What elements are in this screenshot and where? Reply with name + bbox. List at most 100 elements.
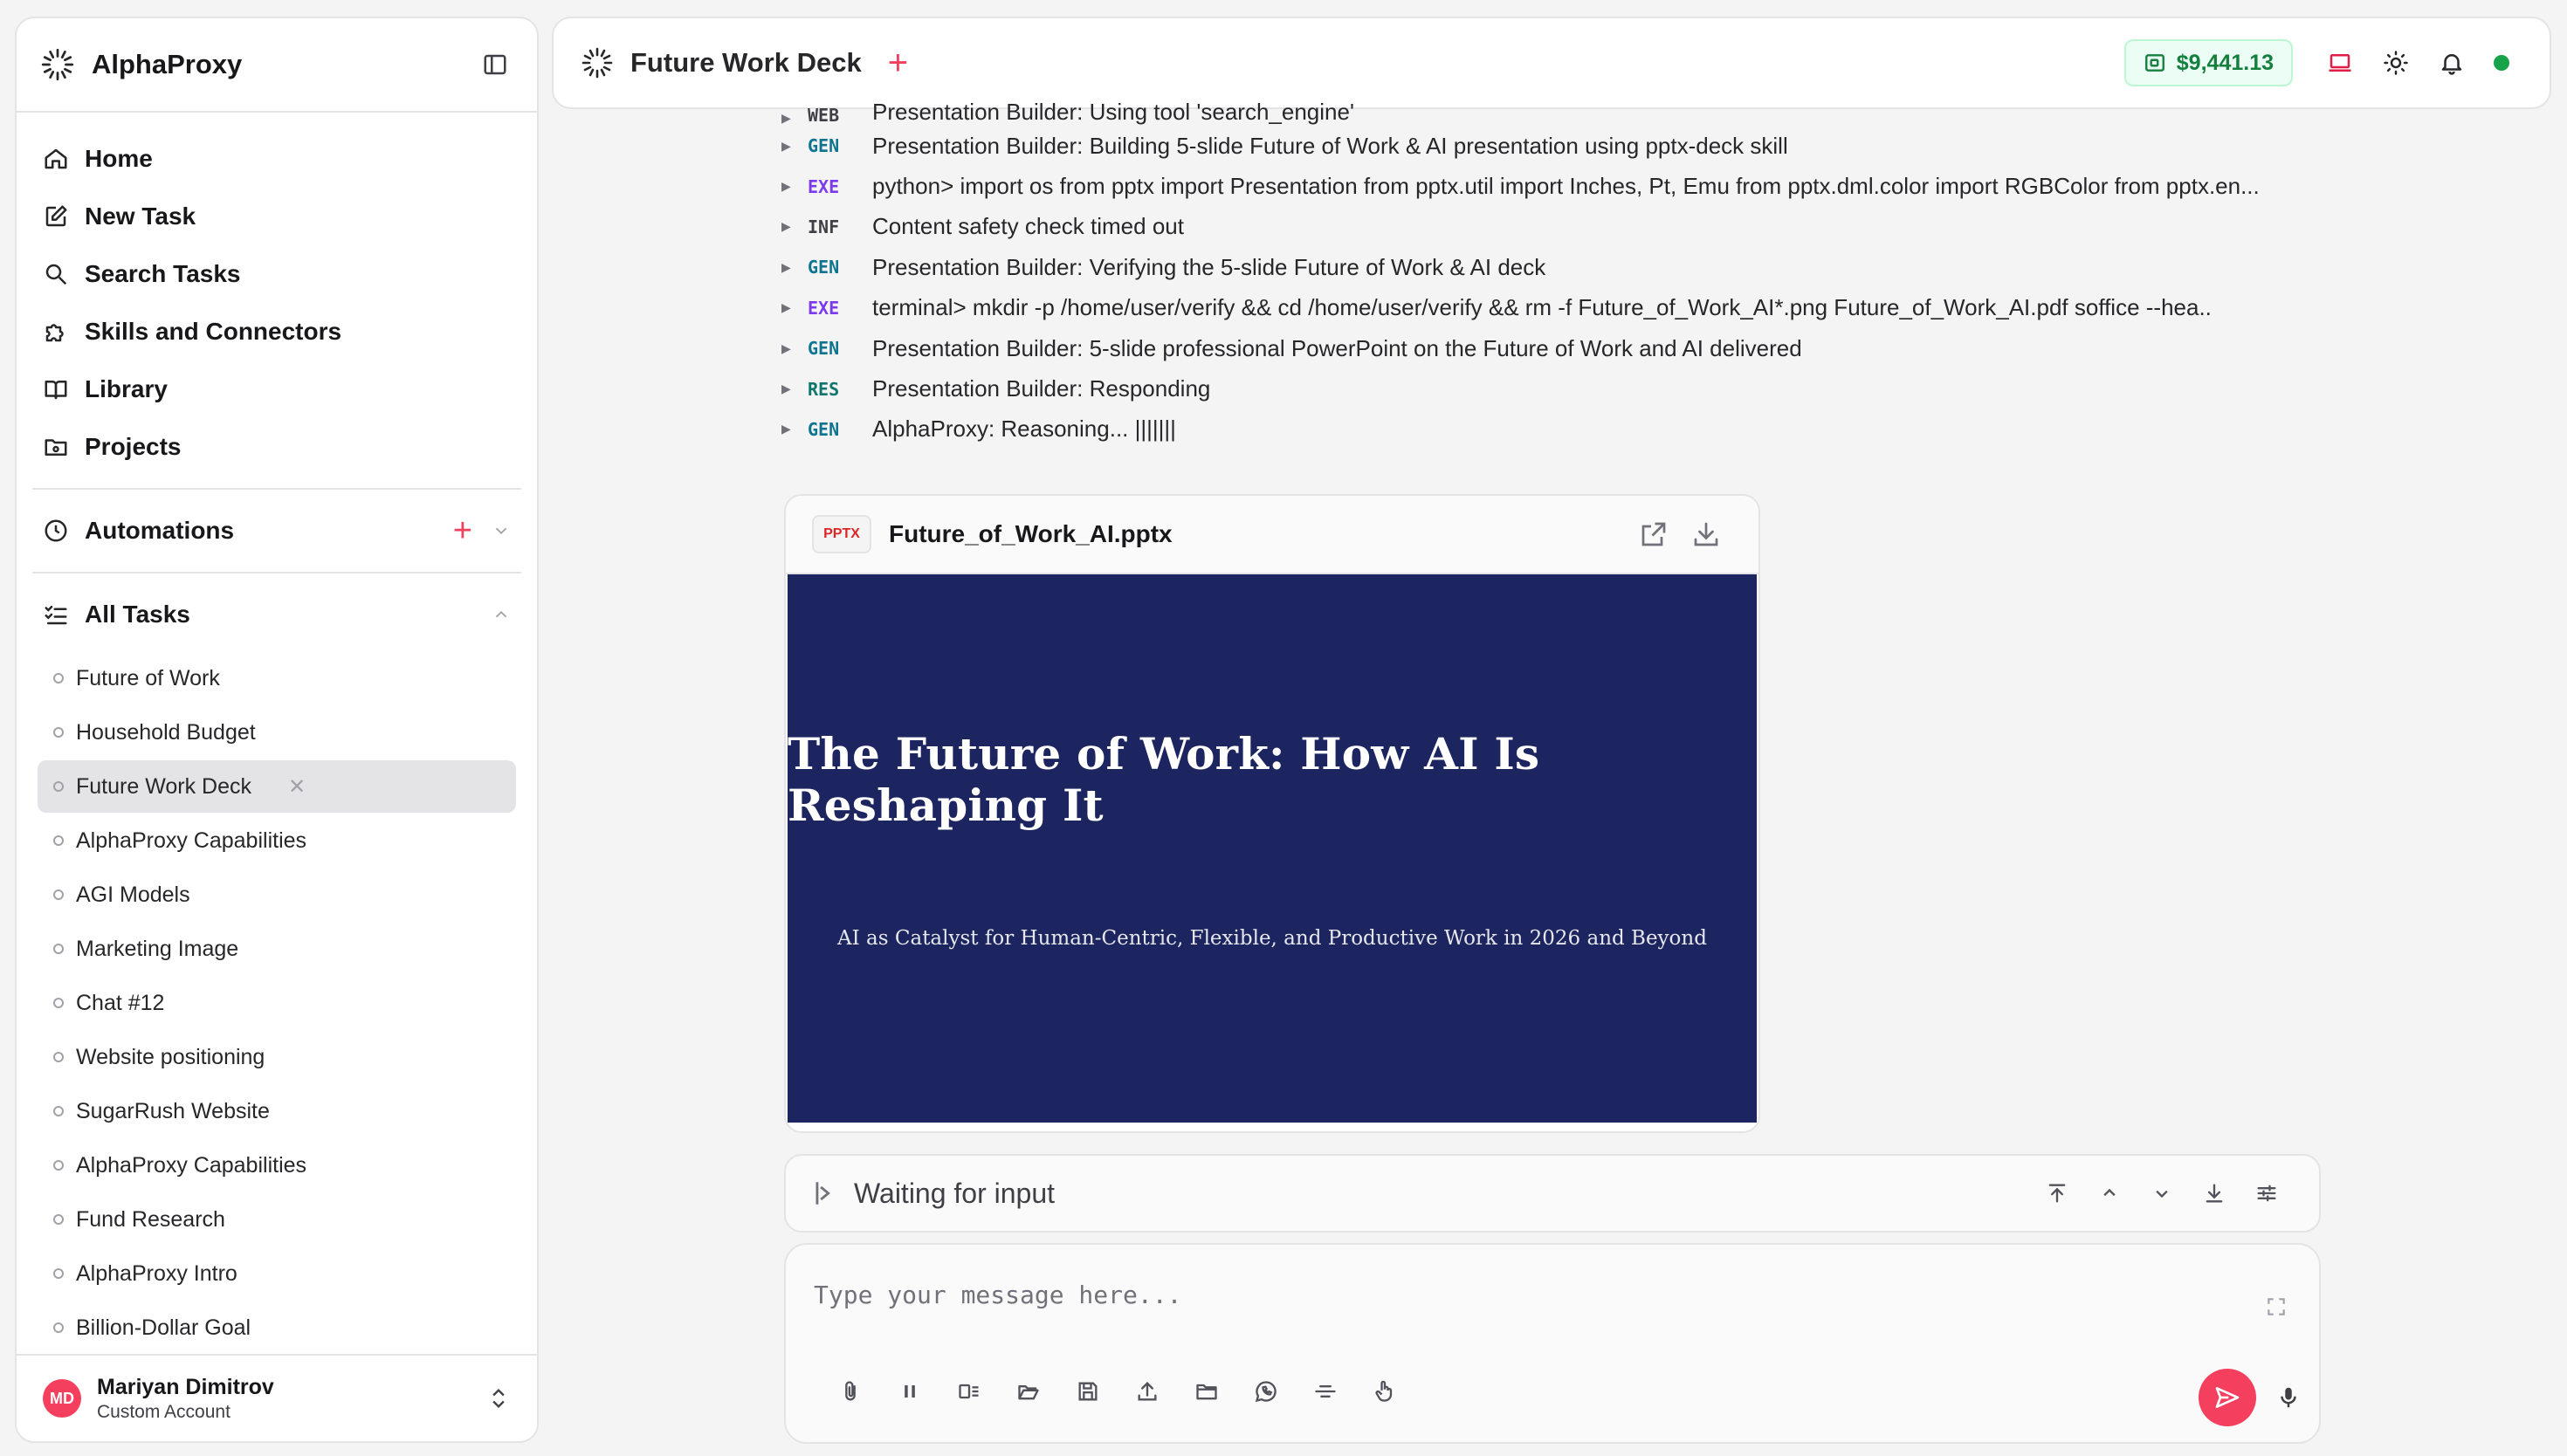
- log-row[interactable]: ▶ INF Content safety check timed out: [781, 207, 2353, 247]
- task-label: SugarRush Website: [76, 1098, 270, 1123]
- all-tasks-section[interactable]: All Tasks: [17, 586, 537, 643]
- task-item[interactable]: Marketing Image: [38, 923, 516, 975]
- expand-icon[interactable]: [2265, 1295, 2288, 1318]
- expand-triangle-icon[interactable]: ▶: [781, 422, 808, 436]
- expand-triangle-icon[interactable]: ▶: [781, 111, 808, 126]
- microphone-icon: [2281, 1387, 2296, 1408]
- next-button[interactable]: [2136, 1171, 2188, 1215]
- task-status-dot: [53, 1052, 64, 1062]
- chat-connector-button[interactable]: [1236, 1370, 1296, 1412]
- chevron-down-icon[interactable]: [492, 521, 511, 540]
- task-status-dot: [53, 835, 64, 846]
- pause-icon: [905, 1385, 915, 1398]
- slide-title: The Future of Work: How AI Is Reshaping …: [788, 728, 1540, 831]
- log-row[interactable]: ▶ GEN Presentation Builder: 5-slide prof…: [781, 328, 2353, 368]
- task-item[interactable]: AlphaProxy Capabilities: [38, 1139, 516, 1192]
- upload-button[interactable]: [1118, 1370, 1177, 1412]
- add-automation-button[interactable]: +: [453, 514, 472, 547]
- log-row[interactable]: ▶ GEN Presentation Builder: Verifying th…: [781, 247, 2353, 287]
- log-row[interactable]: ▶ GEN Presentation Builder: Building 5-s…: [781, 126, 2353, 166]
- automations-label: Automations: [85, 517, 235, 544]
- expand-triangle-icon[interactable]: ▶: [781, 179, 808, 194]
- expand-triangle-icon[interactable]: ▶: [781, 341, 808, 356]
- task-item[interactable]: Billion-Dollar Goal: [38, 1301, 516, 1354]
- balance-badge[interactable]: $9,441.13: [2123, 39, 2293, 86]
- computer-view-button[interactable]: [2312, 39, 2368, 86]
- checklist-icon: [45, 606, 67, 625]
- composer-toolbar: [821, 1370, 1414, 1412]
- log-tag: RES: [808, 378, 840, 400]
- download-file-button[interactable]: [1680, 512, 1732, 556]
- expand-triangle-icon[interactable]: ▶: [781, 300, 808, 315]
- task-status-dot: [53, 1268, 64, 1279]
- folder-open-icon: [1018, 1385, 1039, 1400]
- log-tag: GEN: [808, 257, 840, 278]
- log-row[interactable]: ▶ EXE python> import os from pptx import…: [781, 166, 2353, 206]
- log-row[interactable]: ▶ WEB Presentation Builder: Using tool '…: [781, 96, 2353, 126]
- nav-new-task[interactable]: New Task: [29, 188, 525, 245]
- download-icon: [1694, 522, 1718, 546]
- user-account-menu[interactable]: MD Mariyan Dimitrov Custom Account: [17, 1354, 537, 1441]
- nav-search-tasks[interactable]: Search Tasks: [29, 245, 525, 303]
- open-external-button[interactable]: [1628, 512, 1680, 556]
- scroll-to-top-button[interactable]: [2031, 1171, 2083, 1215]
- nav-library[interactable]: Library: [29, 361, 525, 418]
- log-tag: GEN: [808, 135, 840, 157]
- files-button[interactable]: [1177, 1370, 1236, 1412]
- sliders-icon: [2257, 1185, 2276, 1202]
- nav-home-label: Home: [85, 145, 153, 172]
- chevron-up-down-icon[interactable]: [486, 1386, 511, 1411]
- send-button[interactable]: [2199, 1369, 2256, 1426]
- expand-triangle-icon[interactable]: ▶: [781, 381, 808, 396]
- hand-tool-button[interactable]: [1355, 1370, 1414, 1412]
- pause-button[interactable]: [880, 1370, 939, 1412]
- new-tab-button[interactable]: +: [888, 45, 908, 80]
- file-name[interactable]: Future_of_Work_AI.pptx: [889, 520, 1628, 548]
- folder-icon: [45, 439, 67, 456]
- notifications-button[interactable]: [2424, 39, 2480, 86]
- save-button[interactable]: [1058, 1370, 1118, 1412]
- previous-button[interactable]: [2083, 1171, 2136, 1215]
- task-item[interactable]: AlphaProxy Capabilities: [38, 814, 516, 867]
- log-tag: GEN: [808, 338, 840, 360]
- task-item[interactable]: AGI Models: [38, 869, 516, 921]
- task-item[interactable]: Household Budget: [38, 706, 516, 759]
- log-settings-button[interactable]: [2240, 1171, 2293, 1215]
- strikethrough-icon: [1315, 1385, 1336, 1398]
- task-item[interactable]: SugarRush Website: [38, 1085, 516, 1137]
- attach-button[interactable]: [821, 1370, 880, 1412]
- whatsapp-icon: [1255, 1381, 1277, 1403]
- log-row[interactable]: ▶ GEN AlphaProxy: Reasoning... |||||||: [781, 409, 2353, 450]
- expand-triangle-icon[interactable]: ▶: [781, 139, 808, 154]
- nav-home[interactable]: Home: [29, 130, 525, 188]
- divider: [32, 488, 521, 490]
- task-list-button[interactable]: [939, 1370, 999, 1412]
- nav-skills-label: Skills and Connectors: [85, 318, 342, 345]
- close-icon[interactable]: ✕: [288, 774, 500, 800]
- strikethrough-button[interactable]: [1296, 1370, 1355, 1412]
- open-folder-button[interactable]: [999, 1370, 1058, 1412]
- chevron-up-icon[interactable]: [492, 605, 511, 624]
- task-item[interactable]: Future of Work: [38, 652, 516, 704]
- nav-projects[interactable]: Projects: [29, 418, 525, 476]
- automations-section[interactable]: Automations +: [17, 502, 537, 560]
- message-input[interactable]: [814, 1273, 2211, 1316]
- task-item[interactable]: Website positioning: [38, 1031, 516, 1083]
- task-label: Future Work Deck: [76, 773, 251, 799]
- toggle-sidebar-button[interactable]: [476, 45, 514, 84]
- task-item[interactable]: Fund Research: [38, 1193, 516, 1246]
- scroll-to-bottom-button[interactable]: [2188, 1171, 2240, 1215]
- expand-triangle-icon[interactable]: ▶: [781, 260, 808, 275]
- voice-input-button[interactable]: [2268, 1377, 2309, 1418]
- task-item[interactable]: Chat #12: [38, 977, 516, 1029]
- log-row[interactable]: ▶ RES Presentation Builder: Responding: [781, 368, 2353, 409]
- log-row[interactable]: ▶ EXE terminal> mkdir -p /home/user/veri…: [781, 288, 2353, 328]
- task-item-active[interactable]: Future Work Deck ✕: [38, 760, 516, 813]
- slide-preview[interactable]: The Future of Work: How AI Is Reshaping …: [788, 574, 1757, 1123]
- theme-toggle-button[interactable]: [2368, 39, 2424, 86]
- log-tag: EXE: [808, 297, 840, 319]
- task-item[interactable]: AlphaProxy Intro: [38, 1247, 516, 1300]
- nav-skills-connectors[interactable]: Skills and Connectors: [29, 303, 525, 361]
- task-status-dot: [53, 1322, 64, 1333]
- expand-triangle-icon[interactable]: ▶: [781, 219, 808, 234]
